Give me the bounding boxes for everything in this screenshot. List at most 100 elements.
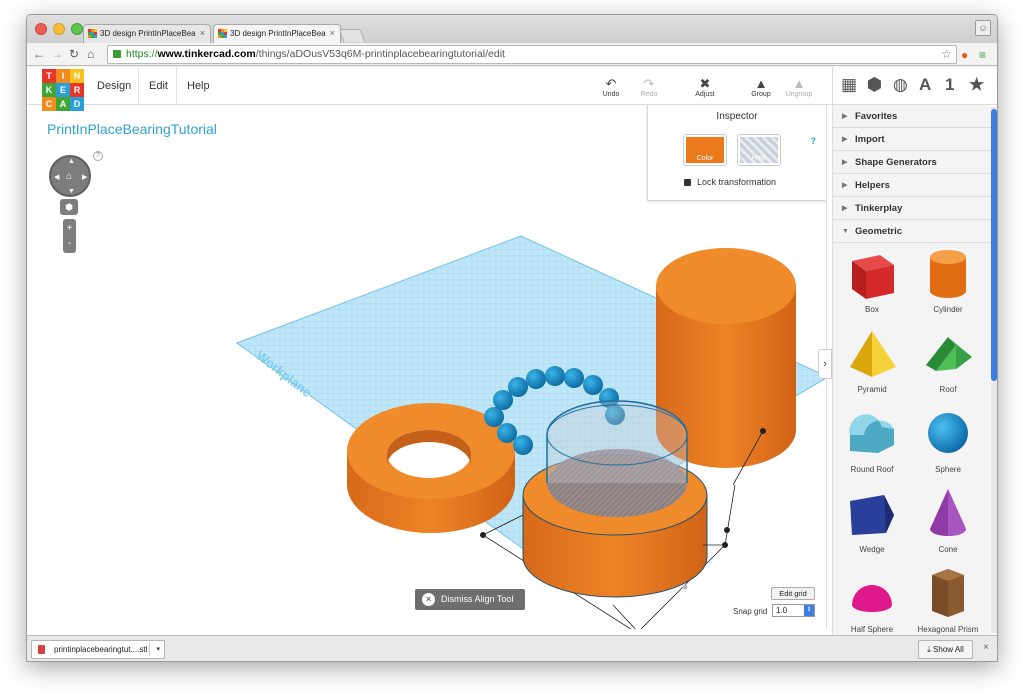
category-favorites[interactable]: ▶ Favorites (833, 105, 991, 128)
shape-sphere[interactable]: Sphere (911, 405, 985, 485)
bookmark-star-icon[interactable]: ☆ (941, 46, 952, 63)
inspector-title: Inspector (716, 111, 758, 122)
profile-icon[interactable]: ☺ (975, 20, 991, 36)
category-label: Shape Generators (855, 157, 937, 168)
shape-round-roof[interactable]: Round Roof (835, 405, 909, 485)
adjust-button[interactable]: ✖ Adjust (685, 77, 725, 99)
tab-title: 3D design PrintInPlaceBea (230, 29, 326, 38)
browser-tab-2[interactable]: 3D design PrintInPlaceBea × (213, 24, 341, 43)
home-view-icon[interactable]: ⌂ (66, 171, 72, 182)
category-tinkerplay[interactable]: ▶ Tinkerplay (833, 197, 991, 220)
forward-arrow-icon[interactable]: → (51, 47, 63, 61)
shape-label: Wedge (859, 545, 885, 554)
undo-button[interactable]: ↶ Undo (591, 77, 631, 99)
expand-arrow-icon: ▶ (842, 205, 848, 212)
scrollbar-thumb[interactable] (991, 109, 997, 381)
shape-hexagonal-prism[interactable]: Hexagonal Prism (911, 565, 985, 635)
shape-half-sphere[interactable]: Half Sphere (835, 565, 909, 635)
grid-icon[interactable]: ▦ (841, 75, 857, 95)
shape-pyramid[interactable]: Pyramid (835, 325, 909, 405)
window-minimize-button[interactable] (53, 23, 65, 35)
shape-label: Box (865, 305, 879, 314)
address-bar[interactable]: https://www.tinkercad.com/things/aDOusV5… (107, 45, 957, 64)
half-sphere-icon (852, 585, 892, 612)
fit-view-cube-icon[interactable]: ⬢ (60, 199, 78, 215)
group-icon: ▲ (754, 76, 768, 91)
category-helpers[interactable]: ▶ Helpers (833, 174, 991, 197)
shape-label: Pyramid (857, 385, 887, 394)
show-all-label: Show All (933, 645, 964, 654)
orbit-up-arrow-icon[interactable]: ▲ (68, 158, 75, 165)
color-swatch-button[interactable]: Color (684, 135, 726, 165)
logo-letter: E (56, 83, 70, 97)
back-arrow-icon[interactable]: ← (33, 47, 45, 61)
snap-grid-select[interactable]: 1.0 ⇕ (772, 604, 815, 617)
menu-design[interactable]: Design (87, 67, 141, 105)
close-download-bar-icon[interactable]: × (983, 642, 989, 653)
extension-flame-icon[interactable]: ● (961, 48, 968, 62)
view-help-icon[interactable]: ? (93, 151, 103, 161)
new-tab-button[interactable] (338, 29, 366, 42)
orbit-right-arrow-icon[interactable]: ▶ (82, 173, 87, 181)
dismiss-align-tool-button[interactable]: × Dismiss Align Tool (415, 589, 525, 610)
tab-close-icon[interactable]: × (200, 28, 205, 38)
download-item[interactable]: printinplacebearingtut....stl ▾ (31, 640, 165, 659)
tinkercad-logo[interactable]: T I N K E R C A D (42, 69, 84, 111)
browser-tab-1[interactable]: 3D design PrintInPlaceBea × (83, 24, 211, 43)
logo-letter: T (42, 69, 56, 83)
category-import[interactable]: ▶ Import (833, 128, 991, 151)
inspector-help-icon[interactable]: ? (811, 136, 817, 146)
menu-icon[interactable]: ≡ (979, 48, 986, 62)
round-roof-icon (849, 414, 894, 453)
logo-letter: N (70, 69, 84, 83)
hole-button[interactable]: Hole (738, 135, 780, 165)
orbit-down-arrow-icon[interactable]: ▼ (68, 188, 75, 195)
sidebar-scrollbar[interactable] (991, 107, 997, 633)
secure-lock-icon (113, 50, 121, 58)
group-button[interactable]: ▲ Group (741, 76, 781, 99)
shape-label: Roof (939, 385, 957, 394)
tab-title: 3D design PrintInPlaceBea (100, 29, 196, 38)
shape-roof[interactable]: Roof (911, 325, 985, 405)
tab-close-icon[interactable]: × (330, 28, 335, 38)
menu-edit[interactable]: Edit (138, 67, 178, 105)
window-close-button[interactable] (35, 23, 47, 35)
tab-strip: 3D design PrintInPlaceBea × 3D design Pr… (27, 15, 997, 43)
category-geometric[interactable]: ▼ Geometric (833, 220, 991, 243)
star-favorites-icon[interactable]: ★ (969, 75, 984, 95)
number-shape-icon[interactable]: 1 (945, 75, 954, 95)
dropdown-arrow-icon[interactable]: ▾ (156, 641, 160, 658)
orbit-left-arrow-icon[interactable]: ◀ (54, 173, 59, 181)
shape-wedge[interactable]: Wedge (835, 485, 909, 565)
window-maximize-button[interactable] (71, 23, 83, 35)
sphere-wire-icon[interactable]: ◍ (893, 75, 908, 95)
expand-arrow-icon: ▶ (842, 159, 848, 166)
orbit-control[interactable]: ▲ ▼ ◀ ▶ ⌂ (49, 155, 91, 197)
ungroup-button[interactable]: ▲ Ungroup (779, 77, 819, 99)
hole-cylinder[interactable] (546, 400, 688, 517)
inspector-panel: Inspector ? Color Hole Lock transformati… (647, 105, 826, 201)
shape-box[interactable]: Box (835, 245, 909, 325)
logo-letter: I (56, 69, 70, 83)
edit-grid-button[interactable]: Edit grid (771, 587, 815, 600)
zoom-in-button[interactable]: + (63, 223, 76, 235)
reload-icon[interactable]: ↻ (69, 47, 79, 61)
category-shape-generators[interactable]: ▶ Shape Generators (833, 151, 991, 174)
zoom-out-button[interactable]: - (63, 238, 76, 250)
collapse-panel-chevron-icon[interactable]: › (818, 349, 832, 379)
redo-button[interactable]: ↷ Redo (629, 77, 669, 99)
menu-help[interactable]: Help (176, 67, 220, 105)
logo-letter: D (70, 97, 84, 111)
url-host: www.tinkercad.com (157, 48, 256, 60)
cube-icon[interactable]: ⬢ (867, 75, 882, 95)
home-icon[interactable]: ⌂ (87, 47, 94, 61)
shape-cylinder[interactable]: Cylinder (911, 245, 985, 325)
workspace-canvas[interactable]: PrintInPlaceBearingTutorial Workplane ▲ … (33, 105, 827, 629)
lock-transformation-toggle[interactable]: Lock transformation (684, 177, 776, 187)
show-all-downloads-button[interactable]: ⤓ Show All (918, 640, 973, 659)
redo-label: Redo (640, 91, 658, 98)
text-shape-icon[interactable]: A (919, 75, 931, 95)
shape-cone[interactable]: Cone (911, 485, 985, 565)
undo-label: Undo (602, 91, 620, 98)
select-arrows-icon: ⇕ (804, 605, 814, 616)
